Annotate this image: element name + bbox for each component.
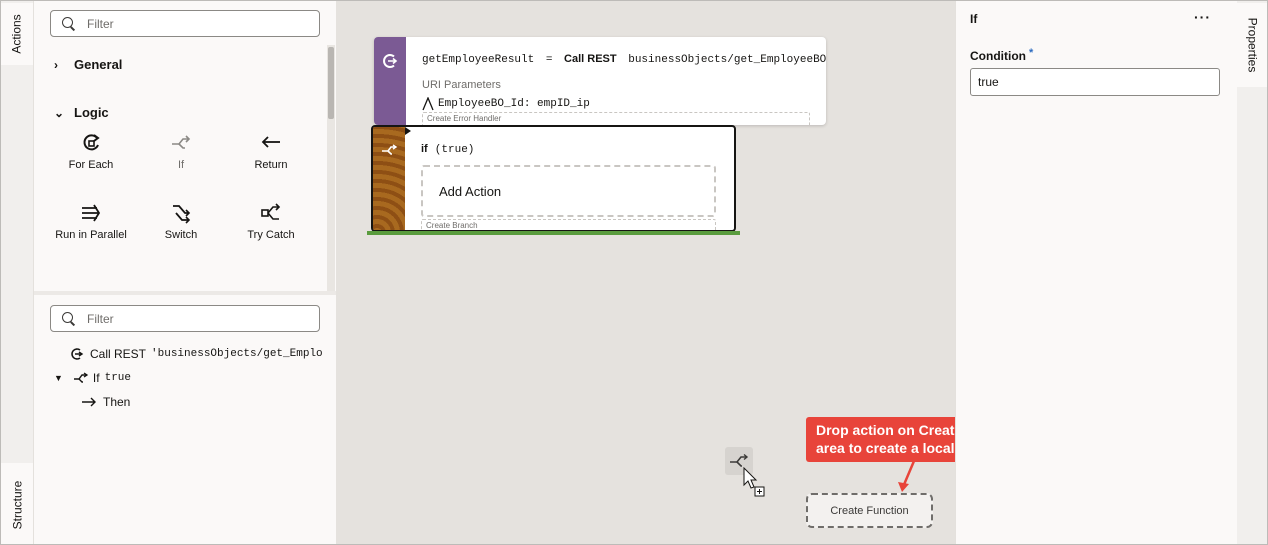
add-action-dropzone[interactable]: Add Action xyxy=(421,165,716,217)
uri-parameter-row: EmployeeBO_Id: empID_ip xyxy=(422,97,590,111)
tree-item-if-detail: true xyxy=(104,372,131,384)
callout-line-2: area to create a local function xyxy=(816,440,955,456)
actions-filter[interactable] xyxy=(50,10,320,37)
action-for-each[interactable]: For Each xyxy=(46,131,136,179)
tree-item-call-rest-detail: 'businessObjects/get_Emplo xyxy=(151,348,323,360)
more-options-button[interactable]: ··· xyxy=(1194,9,1211,25)
tree-item-if[interactable]: ▼ If true xyxy=(54,371,131,385)
tab-properties-label: Properties xyxy=(1245,17,1260,73)
action-if[interactable]: If xyxy=(136,131,226,179)
call-rest-result: getEmployeeResult xyxy=(422,54,535,66)
action-try-catch[interactable]: Try Catch xyxy=(226,201,316,249)
properties-title: If xyxy=(970,12,978,26)
for-each-icon xyxy=(80,131,102,155)
tab-structure-label: Structure xyxy=(10,480,24,529)
search-icon xyxy=(61,16,77,32)
section-general[interactable]: › General xyxy=(54,57,122,72)
tab-structure[interactable]: Structure xyxy=(1,463,33,544)
more-options-icon: ··· xyxy=(1194,9,1211,25)
add-action-label: Add Action xyxy=(439,183,502,199)
arrow-right-icon xyxy=(82,397,96,407)
create-function-label: Create Function xyxy=(830,504,909,517)
try-catch-icon xyxy=(260,201,282,225)
section-logic-label: Logic xyxy=(74,105,109,120)
run-in-parallel-icon xyxy=(80,201,102,225)
tree-item-call-rest[interactable]: Call REST 'businessObjects/get_Emplo xyxy=(70,347,323,361)
left-panel: › General ⌄ Logic For Each If xyxy=(34,1,336,544)
if-condition-value: (true) xyxy=(434,144,475,156)
action-for-each-label: For Each xyxy=(68,159,114,171)
section-logic[interactable]: ⌄ Logic xyxy=(54,105,109,120)
parameter-icon xyxy=(422,97,434,111)
uri-parameters-label: URI Parameters xyxy=(422,79,501,91)
condition-label-text: Condition xyxy=(970,49,1026,63)
search-icon xyxy=(61,311,77,327)
action-try-catch-label: Try Catch xyxy=(247,229,295,241)
condition-input[interactable] xyxy=(970,68,1220,96)
if-icon xyxy=(170,131,192,155)
call-rest-icon xyxy=(71,348,84,360)
chevron-down-icon: ⌄ xyxy=(54,105,65,120)
structure-filter-input[interactable] xyxy=(87,311,287,326)
if-icon xyxy=(73,372,89,383)
right-tab-rail: Properties xyxy=(1237,1,1267,544)
tree-item-then[interactable]: Then xyxy=(81,395,130,409)
condition-label: Condition * xyxy=(970,47,1034,63)
callout-line-1: Drop action on Create Function xyxy=(816,422,955,438)
create-function-dropzone[interactable]: Create Function xyxy=(806,493,933,528)
uri-parameter-value: EmployeeBO_Id: empID_ip xyxy=(438,98,590,110)
app-frame: Actions Structure › General ⌄ Logic xyxy=(0,0,1268,545)
call-rest-equals: = xyxy=(545,54,553,66)
caret-down-icon[interactable]: ▼ xyxy=(54,373,63,383)
create-branch-label: Create Branch xyxy=(426,221,478,230)
chevron-right-icon: › xyxy=(54,57,58,72)
tab-actions-label: Actions xyxy=(10,14,25,54)
tab-actions[interactable]: Actions xyxy=(1,3,33,65)
properties-panel: If ··· Condition * xyxy=(955,1,1237,544)
action-switch-label: Switch xyxy=(164,229,198,241)
call-rest-summary: getEmployeeResult = Call REST businessOb… xyxy=(422,53,826,66)
action-switch[interactable]: Switch xyxy=(136,201,226,249)
tree-item-then-label: Then xyxy=(103,395,131,409)
switch-icon xyxy=(170,201,192,225)
structure-filter[interactable] xyxy=(50,305,320,332)
actions-scrollbar[interactable] xyxy=(327,45,335,291)
return-icon xyxy=(260,131,282,155)
structure-panel: Call REST 'businessObjects/get_Emplo ▼ I… xyxy=(34,295,336,544)
scrollbar-thumb[interactable] xyxy=(328,47,334,119)
action-run-in-parallel-label: Run in Parallel xyxy=(55,229,127,241)
action-return[interactable]: Return xyxy=(226,131,316,179)
action-if-label: If xyxy=(177,159,185,171)
if-card-notch xyxy=(405,127,411,135)
call-rest-icon xyxy=(383,54,398,68)
action-run-in-parallel[interactable]: Run in Parallel xyxy=(46,201,136,249)
call-rest-band xyxy=(374,37,406,125)
actions-palette: › General ⌄ Logic For Each If xyxy=(34,1,336,291)
required-marker: * xyxy=(1028,47,1034,59)
tree-item-if-label: If xyxy=(92,371,100,385)
left-tab-rail: Actions Structure xyxy=(1,1,34,544)
drop-indicator xyxy=(367,231,740,235)
drag-copy-cursor-icon xyxy=(743,467,765,497)
action-return-label: Return xyxy=(254,159,288,171)
create-error-handler-dropzone[interactable]: Create Error Handler xyxy=(422,112,810,125)
create-error-handler-label: Create Error Handler xyxy=(427,114,502,123)
logic-actions-grid: For Each If Return Run in Parallel Switc… xyxy=(46,131,316,249)
tab-properties[interactable]: Properties xyxy=(1237,3,1267,87)
if-card[interactable]: if (true) Add Action Create Branch xyxy=(371,125,736,232)
instruction-callout: Drop action on Create Function area to c… xyxy=(806,417,955,462)
call-rest-action-name: Call REST xyxy=(564,53,617,65)
callout-arrow-icon xyxy=(898,461,916,492)
actions-filter-input[interactable] xyxy=(87,16,287,31)
if-keyword: if xyxy=(421,143,428,155)
call-rest-card[interactable]: getEmployeeResult = Call REST businessOb… xyxy=(374,37,826,125)
if-condition: if (true) xyxy=(421,143,474,156)
tree-item-call-rest-label: Call REST xyxy=(90,347,147,361)
call-rest-endpoint: businessObjects/get_EmployeeBO xyxy=(628,54,826,66)
flow-canvas[interactable]: getEmployeeResult = Call REST businessOb… xyxy=(336,1,955,544)
if-icon xyxy=(382,144,398,155)
section-general-label: General xyxy=(74,57,123,72)
